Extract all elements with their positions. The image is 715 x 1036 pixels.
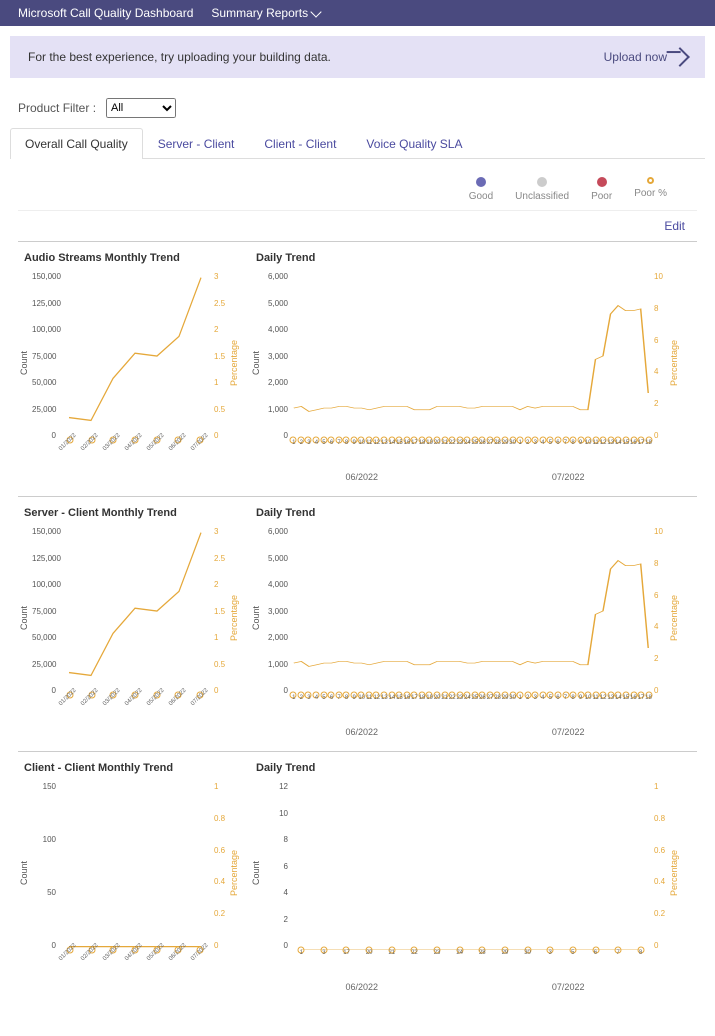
chart-grid: Audio Streams Monthly TrendCount150,0001… <box>0 241 715 1036</box>
chevron-down-icon <box>310 6 321 17</box>
upload-banner: For the best experience, try uploading y… <box>10 36 705 78</box>
legend: Good Unclassified Poor Poor % <box>18 159 697 211</box>
legend-poor: Poor <box>591 177 612 202</box>
plot-area: 01/202202/202203/202204/202205/202206/20… <box>58 523 212 713</box>
tab-server-client[interactable]: Server - Client <box>143 128 250 159</box>
dot-icon <box>597 177 607 187</box>
y-axis-ticks: 121086420 <box>262 778 290 968</box>
y-axis-label: Count <box>18 523 30 713</box>
y2-axis-label: Percentage <box>228 268 240 458</box>
y-axis-label: Count <box>18 778 30 968</box>
dot-icon <box>476 177 486 187</box>
plot-area: 1234567891011121314151617181920212223242… <box>290 523 652 713</box>
x-axis-ticks: 01/202202/202203/202204/202205/202206/20… <box>58 440 212 458</box>
app-title: Microsoft Call Quality Dashboard <box>18 6 193 20</box>
arrow-right-icon <box>670 47 690 67</box>
tab-overall[interactable]: Overall Call Quality <box>10 128 143 159</box>
filter-row: Product Filter : All <box>0 88 715 128</box>
filter-label: Product Filter : <box>18 101 96 115</box>
y-axis-ticks: 150,000125,000100,00075,00050,00025,0000 <box>30 523 58 713</box>
x-axis-ticks: 01/202202/202203/202204/202205/202206/20… <box>58 695 212 713</box>
product-filter-select[interactable]: All <box>106 98 176 118</box>
chart-row: Server - Client Monthly TrendCount150,00… <box>18 496 697 737</box>
chart-title: Client - Client Monthly Trend <box>18 758 240 778</box>
legend-good: Good <box>469 177 493 202</box>
banner-text: For the best experience, try uploading y… <box>28 50 331 64</box>
y2-axis-ticks: 1086420 <box>652 268 668 458</box>
y2-axis-label: Percentage <box>668 778 680 968</box>
plot-area: 01/202202/202203/202204/202205/202206/20… <box>58 268 212 458</box>
legend-unclassified: Unclassified <box>515 177 569 202</box>
y2-axis-ticks: 32.521.510.50 <box>212 523 228 713</box>
plot-area: 1317202122232428293035678 <box>290 778 652 968</box>
tab-voice-sla[interactable]: Voice Quality SLA <box>351 128 477 159</box>
y-axis-label: Count <box>250 523 262 713</box>
edit-link[interactable]: Edit <box>664 219 685 233</box>
chart-server_monthly: Server - Client Monthly TrendCount150,00… <box>18 503 240 737</box>
chart-title: Daily Trend <box>250 758 680 778</box>
summary-reports-menu[interactable]: Summary Reports <box>211 6 320 20</box>
x-group-labels: 06/202207/2022 <box>250 968 680 992</box>
x-axis-ticks: 1234567891011121314151617181920212223242… <box>290 695 652 713</box>
x-group-labels: 06/202207/2022 <box>250 458 680 482</box>
top-nav: Microsoft Call Quality Dashboard Summary… <box>0 0 715 26</box>
circle-icon <box>647 177 654 184</box>
chart-title: Daily Trend <box>250 503 680 523</box>
chart-daily2: Daily TrendCount6,0005,0004,0003,0002,00… <box>250 503 680 737</box>
y-axis-label: Count <box>18 268 30 458</box>
x-axis-ticks: 1317202122232428293035678 <box>290 950 652 968</box>
dot-icon <box>537 177 547 187</box>
chart-client_monthly: Client - Client Monthly TrendCount150100… <box>18 758 240 992</box>
y2-axis-label: Percentage <box>228 778 240 968</box>
y2-axis-ticks: 1086420 <box>652 523 668 713</box>
chart-title: Audio Streams Monthly Trend <box>18 248 240 268</box>
y-axis-label: Count <box>250 778 262 968</box>
tabs: Overall Call Quality Server - Client Cli… <box>10 128 705 159</box>
y2-axis-ticks: 10.80.60.40.20 <box>212 778 228 968</box>
x-group-labels: 06/202207/2022 <box>250 713 680 737</box>
y2-axis-label: Percentage <box>668 268 680 458</box>
y-axis-ticks: 150100500 <box>30 778 58 968</box>
chart-daily3: Daily TrendCount121086420131720212223242… <box>250 758 680 992</box>
y-axis-ticks: 6,0005,0004,0003,0002,0001,0000 <box>262 268 290 458</box>
plot-area: 1234567891011121314151617181920212223242… <box>290 268 652 458</box>
chart-title: Daily Trend <box>250 248 680 268</box>
y-axis-ticks: 6,0005,0004,0003,0002,0001,0000 <box>262 523 290 713</box>
tab-client-client[interactable]: Client - Client <box>249 128 351 159</box>
y2-axis-label: Percentage <box>668 523 680 713</box>
upload-label: Upload now <box>604 50 667 64</box>
x-axis-ticks: 01/202202/202203/202204/202205/202206/20… <box>58 950 212 968</box>
chart-row: Audio Streams Monthly TrendCount150,0001… <box>18 241 697 482</box>
chart-row: Client - Client Monthly TrendCount150100… <box>18 751 697 992</box>
y2-axis-ticks: 32.521.510.50 <box>212 268 228 458</box>
legend-poorpct: Poor % <box>634 177 667 202</box>
y-axis-ticks: 150,000125,000100,00075,00050,00025,0000 <box>30 268 58 458</box>
upload-now-button[interactable]: Upload now <box>604 50 687 64</box>
chart-daily1: Daily TrendCount6,0005,0004,0003,0002,00… <box>250 248 680 482</box>
chart-audio_monthly: Audio Streams Monthly TrendCount150,0001… <box>18 248 240 482</box>
chart-title: Server - Client Monthly Trend <box>18 503 240 523</box>
x-axis-ticks: 1234567891011121314151617181920212223242… <box>290 440 652 458</box>
menu-label: Summary Reports <box>211 6 308 20</box>
y-axis-label: Count <box>250 268 262 458</box>
y2-axis-label: Percentage <box>228 523 240 713</box>
plot-area: 01/202202/202203/202204/202205/202206/20… <box>58 778 212 968</box>
y2-axis-ticks: 10.80.60.40.20 <box>652 778 668 968</box>
